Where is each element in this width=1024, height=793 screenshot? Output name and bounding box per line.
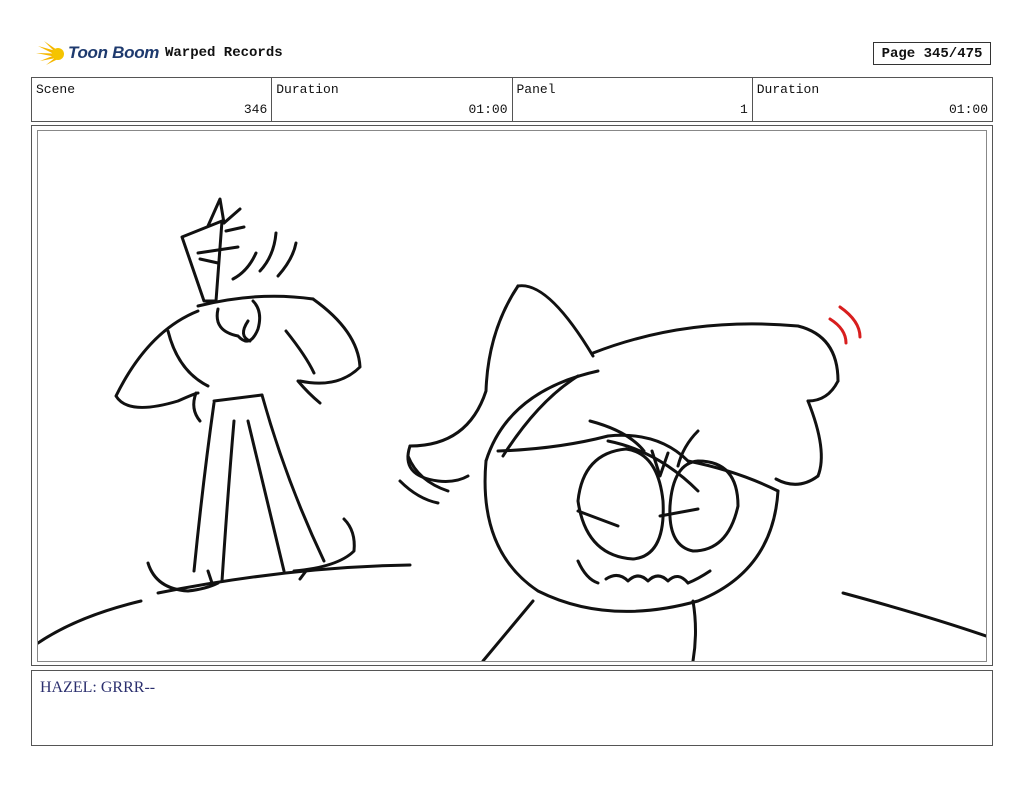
- scene-info-table: Scene 346 Duration 01:00 Panel 1 Duratio…: [31, 77, 993, 122]
- scene-value: 346: [243, 102, 268, 117]
- storyboard-panel-image: [37, 130, 987, 662]
- dialogue-box: HAZEL: GRRR--: [31, 670, 993, 746]
- panel-duration-cell: Duration 01:00: [753, 78, 992, 121]
- scene-duration-value: 01:00: [468, 102, 508, 117]
- scene-duration-cell: Duration 01:00: [272, 78, 513, 121]
- panel-label: Panel: [516, 82, 556, 97]
- panel-cell: Panel 1: [513, 78, 753, 121]
- scene-label: Scene: [36, 82, 76, 97]
- project-title: Warped Records: [165, 45, 283, 61]
- storyboard-sketch: [38, 197, 986, 661]
- panel-duration-label: Duration: [756, 82, 820, 97]
- panel-duration-value: 01:00: [948, 102, 988, 117]
- scene-duration-label: Duration: [276, 82, 339, 97]
- panel-value: 1: [739, 102, 748, 117]
- brand-name: Toon Boom: [68, 43, 160, 62]
- page-indicator: Page 345/475: [873, 42, 991, 65]
- dialogue-text: HAZEL: GRRR--: [40, 679, 156, 696]
- toon-boom-logo: Toon Boom: [34, 38, 159, 68]
- scene-cell: Scene 346: [32, 78, 273, 121]
- sunburst-logo-icon: [36, 41, 64, 65]
